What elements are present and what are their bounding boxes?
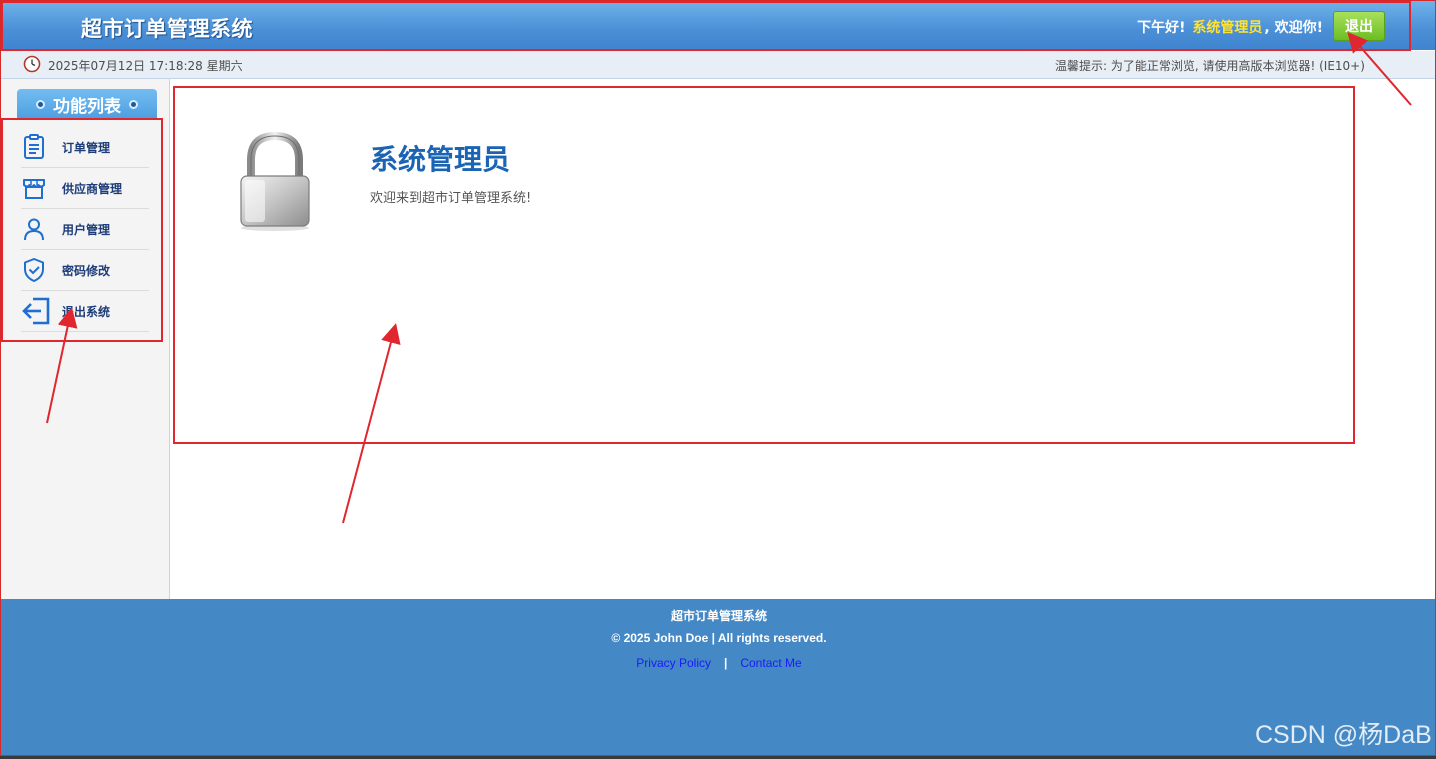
sidebar-item-user-management[interactable]: 用户管理 bbox=[21, 209, 149, 250]
footer-links: Privacy Policy | Contact Me bbox=[1, 656, 1435, 670]
store-icon bbox=[21, 173, 53, 203]
sidebar-item-supplier-management[interactable]: 供应商管理 bbox=[21, 168, 149, 209]
sidebar-item-label: 退出系统 bbox=[62, 304, 111, 319]
function-list-heading: 功能列表 bbox=[17, 89, 157, 119]
current-datetime: 2025年07月12日 17:18:28 星期六 bbox=[48, 59, 243, 73]
sidebar-item-label: 订单管理 bbox=[62, 140, 111, 155]
footer-system-name: 超市订单管理系统 bbox=[670, 609, 767, 623]
current-user-name: 系统管理员 bbox=[1192, 20, 1263, 36]
info-bar: 2025年07月12日 17:18:28 星期六 温馨提示: 为了能正常浏览, … bbox=[1, 51, 1435, 79]
sidebar-item-label: 密码修改 bbox=[62, 263, 111, 278]
greeting-suffix: , 欢迎你! bbox=[1264, 20, 1323, 36]
welcome-user-title: 系统管理员 bbox=[370, 143, 511, 176]
sidebar-item-label: 供应商管理 bbox=[62, 181, 123, 196]
sidebar-item-exit-system[interactable]: 退出系统 bbox=[21, 291, 149, 332]
shield-check-icon bbox=[21, 255, 53, 285]
logout-button[interactable]: 退出 bbox=[1333, 11, 1385, 41]
greeting-prefix: 下午好! bbox=[1137, 20, 1186, 36]
padlock-icon bbox=[240, 132, 310, 231]
clipboard-icon bbox=[21, 132, 53, 162]
browser-tip: 温馨提示: 为了能正常浏览, 请使用高版本浏览器! (IE10+) bbox=[1055, 59, 1365, 73]
sidebar-item-label: 用户管理 bbox=[62, 222, 111, 237]
privacy-policy-link[interactable]: Privacy Policy bbox=[636, 656, 711, 670]
app-window: 超市订单管理系统 下午好! 系统管理员, 欢迎你! 退出 2025年07月12日… bbox=[0, 0, 1436, 756]
heading-dot-icon bbox=[129, 99, 138, 109]
app-title: 超市订单管理系统 bbox=[81, 17, 253, 41]
function-list-title: 功能列表 bbox=[53, 96, 121, 117]
welcome-panel: 系统管理员 欢迎来到超市订单管理系统! bbox=[173, 86, 1355, 444]
heading-dot-icon bbox=[36, 99, 45, 109]
greeting: 下午好! 系统管理员, 欢迎你! bbox=[1137, 17, 1323, 37]
function-menu: 订单管理 供应商管理 用户管理 密码修改 退出系统 bbox=[21, 127, 149, 332]
watermark-text: CSDN @杨DaB bbox=[1255, 721, 1432, 749]
user-icon bbox=[21, 214, 53, 244]
footer-link-separator: | bbox=[723, 656, 728, 670]
sidebar-item-password-change[interactable]: 密码修改 bbox=[21, 250, 149, 291]
top-header: 超市订单管理系统 下午好! 系统管理员, 欢迎你! 退出 bbox=[1, 1, 1435, 50]
sidebar-item-order-management[interactable]: 订单管理 bbox=[21, 127, 149, 168]
page-footer: 超市订单管理系统 © 2025 John Doe | All rights re… bbox=[1, 599, 1435, 755]
exit-icon bbox=[21, 296, 53, 326]
footer-copyright: © 2025 John Doe | All rights reserved. bbox=[611, 631, 827, 645]
clock-icon bbox=[23, 55, 41, 73]
contact-me-link[interactable]: Contact Me bbox=[740, 656, 801, 670]
welcome-message: 欢迎来到超市订单管理系统! bbox=[370, 191, 532, 206]
sidebar: 功能列表 订单管理 供应商管理 用户管理 密码修改 退出系统 bbox=[1, 79, 170, 599]
